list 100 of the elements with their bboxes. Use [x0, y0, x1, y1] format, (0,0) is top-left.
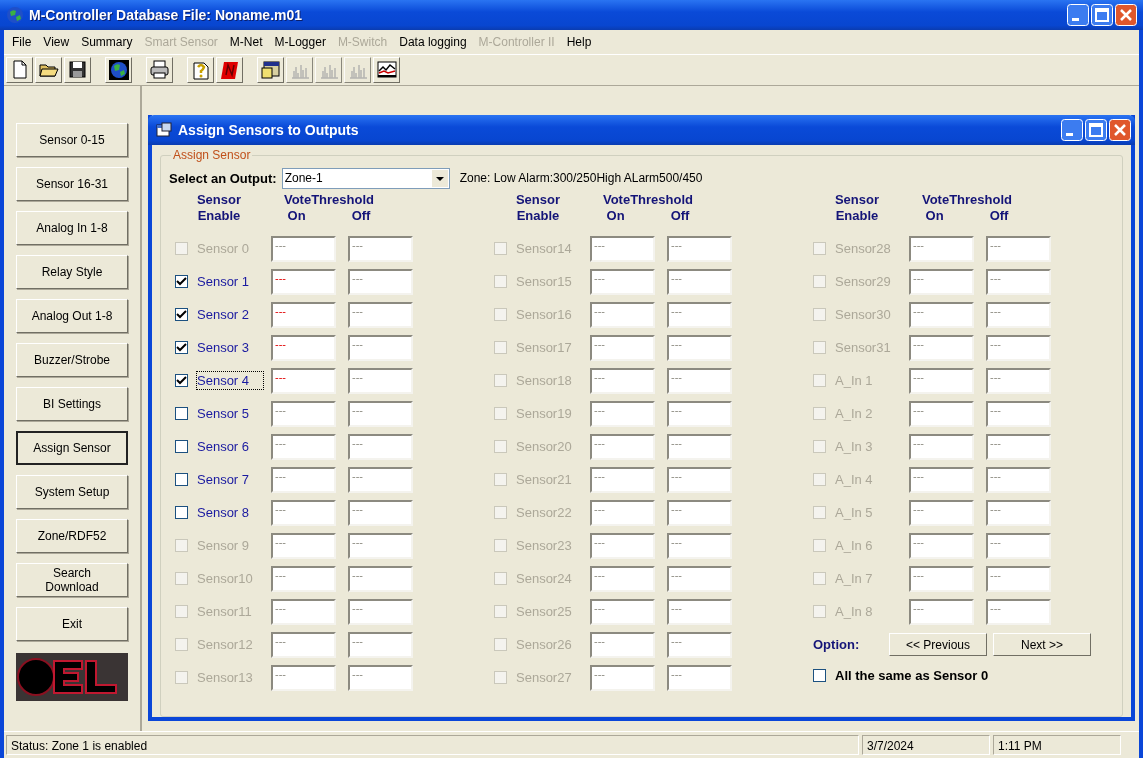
- nav-button[interactable]: Next >>: [993, 633, 1091, 656]
- input-field[interactable]: ---: [667, 565, 732, 592]
- input-field[interactable]: ---: [348, 598, 413, 625]
- input-field[interactable]: ---: [271, 565, 336, 592]
- input-field[interactable]: ---: [909, 433, 974, 460]
- menu-item[interactable]: M-Logger: [268, 35, 332, 49]
- input-field[interactable]: ---: [667, 532, 732, 559]
- nav-button[interactable]: << Previous: [889, 633, 987, 656]
- menu-item[interactable]: File: [6, 35, 38, 49]
- input-field[interactable]: ---: [986, 235, 1051, 262]
- input-field[interactable]: ---: [986, 433, 1051, 460]
- menu-item[interactable]: M-Net: [223, 35, 269, 49]
- input-field[interactable]: ---: [271, 268, 336, 295]
- checkbox[interactable]: [175, 308, 188, 321]
- input-field[interactable]: ---: [986, 268, 1051, 295]
- input-field[interactable]: ---: [986, 466, 1051, 493]
- input-field[interactable]: ---: [348, 433, 413, 460]
- input-field[interactable]: ---: [271, 466, 336, 493]
- input-field[interactable]: ---: [271, 334, 336, 361]
- input-field[interactable]: ---: [667, 499, 732, 526]
- input-field[interactable]: ---: [667, 433, 732, 460]
- maximize-button[interactable]: [1091, 4, 1113, 26]
- menu-item[interactable]: Help: [560, 35, 598, 49]
- minimize-button[interactable]: [1067, 4, 1089, 26]
- input-field[interactable]: ---: [909, 598, 974, 625]
- input-field[interactable]: ---: [909, 367, 974, 394]
- input-field[interactable]: ---: [986, 598, 1051, 625]
- toolbar-button[interactable]: [35, 57, 62, 83]
- input-field[interactable]: ---: [986, 367, 1051, 394]
- input-field[interactable]: ---: [667, 631, 732, 658]
- input-field[interactable]: ---: [271, 367, 336, 394]
- input-field[interactable]: ---: [271, 664, 336, 691]
- input-field[interactable]: ---: [590, 268, 655, 295]
- input-field[interactable]: ---: [590, 664, 655, 691]
- input-field[interactable]: ---: [271, 598, 336, 625]
- checkbox[interactable]: [175, 275, 188, 288]
- input-field[interactable]: ---: [590, 598, 655, 625]
- checkbox[interactable]: [175, 473, 188, 486]
- input-field[interactable]: ---: [667, 598, 732, 625]
- input-field[interactable]: ---: [271, 301, 336, 328]
- checkbox[interactable]: [175, 374, 188, 387]
- close-button[interactable]: [1115, 4, 1137, 26]
- maximize-button[interactable]: [1085, 119, 1107, 141]
- checkbox[interactable]: [175, 440, 188, 453]
- input-field[interactable]: ---: [590, 334, 655, 361]
- input-field[interactable]: ---: [590, 400, 655, 427]
- input-field[interactable]: ---: [909, 400, 974, 427]
- input-field[interactable]: ---: [348, 631, 413, 658]
- input-field[interactable]: ---: [590, 631, 655, 658]
- sidebar-button[interactable]: Analog In 1-8: [16, 211, 128, 245]
- input-field[interactable]: ---: [986, 499, 1051, 526]
- sidebar-button[interactable]: Sensor 0-15: [16, 123, 128, 157]
- input-field[interactable]: ---: [590, 433, 655, 460]
- sidebar-button[interactable]: Sensor 16-31: [16, 167, 128, 201]
- sidebar-button[interactable]: Buzzer/Strobe: [16, 343, 128, 377]
- input-field[interactable]: ---: [271, 235, 336, 262]
- input-field[interactable]: ---: [348, 367, 413, 394]
- input-field[interactable]: ---: [909, 565, 974, 592]
- input-field[interactable]: ---: [348, 466, 413, 493]
- input-field[interactable]: ---: [909, 466, 974, 493]
- close-button[interactable]: [1109, 119, 1131, 141]
- input-field[interactable]: ---: [590, 565, 655, 592]
- input-field[interactable]: ---: [909, 334, 974, 361]
- input-field[interactable]: ---: [986, 301, 1051, 328]
- menu-item[interactable]: View: [37, 35, 76, 49]
- checkbox[interactable]: [175, 407, 188, 420]
- input-field[interactable]: ---: [909, 532, 974, 559]
- input-field[interactable]: ---: [909, 235, 974, 262]
- input-field[interactable]: ---: [667, 301, 732, 328]
- input-field[interactable]: ---: [590, 499, 655, 526]
- input-field[interactable]: ---: [271, 631, 336, 658]
- input-field[interactable]: ---: [348, 400, 413, 427]
- input-field[interactable]: ---: [986, 565, 1051, 592]
- input-field[interactable]: ---: [986, 532, 1051, 559]
- input-field[interactable]: ---: [667, 367, 732, 394]
- input-field[interactable]: ---: [667, 268, 732, 295]
- input-field[interactable]: ---: [909, 499, 974, 526]
- input-field[interactable]: ---: [986, 334, 1051, 361]
- sidebar-button[interactable]: Analog Out 1-8: [16, 299, 128, 333]
- toolbar-button[interactable]: [64, 57, 91, 83]
- input-field[interactable]: ---: [271, 400, 336, 427]
- sidebar-button[interactable]: BI Settings: [16, 387, 128, 421]
- input-field[interactable]: ---: [909, 268, 974, 295]
- input-field[interactable]: ---: [348, 235, 413, 262]
- input-field[interactable]: ---: [590, 532, 655, 559]
- checkbox[interactable]: [175, 506, 188, 519]
- input-field[interactable]: ---: [590, 301, 655, 328]
- input-field[interactable]: ---: [590, 466, 655, 493]
- toolbar-button[interactable]: [216, 57, 243, 83]
- minimize-button[interactable]: [1061, 119, 1083, 141]
- toolbar-button[interactable]: [373, 57, 400, 83]
- sidebar-button[interactable]: Relay Style: [16, 255, 128, 289]
- sidebar-button[interactable]: Exit: [16, 607, 128, 641]
- input-field[interactable]: ---: [590, 367, 655, 394]
- input-field[interactable]: ---: [348, 268, 413, 295]
- toolbar-button[interactable]: [146, 57, 173, 83]
- input-field[interactable]: ---: [348, 565, 413, 592]
- input-field[interactable]: ---: [348, 664, 413, 691]
- input-field[interactable]: ---: [271, 532, 336, 559]
- sidebar-button[interactable]: Zone/RDF52: [16, 519, 128, 553]
